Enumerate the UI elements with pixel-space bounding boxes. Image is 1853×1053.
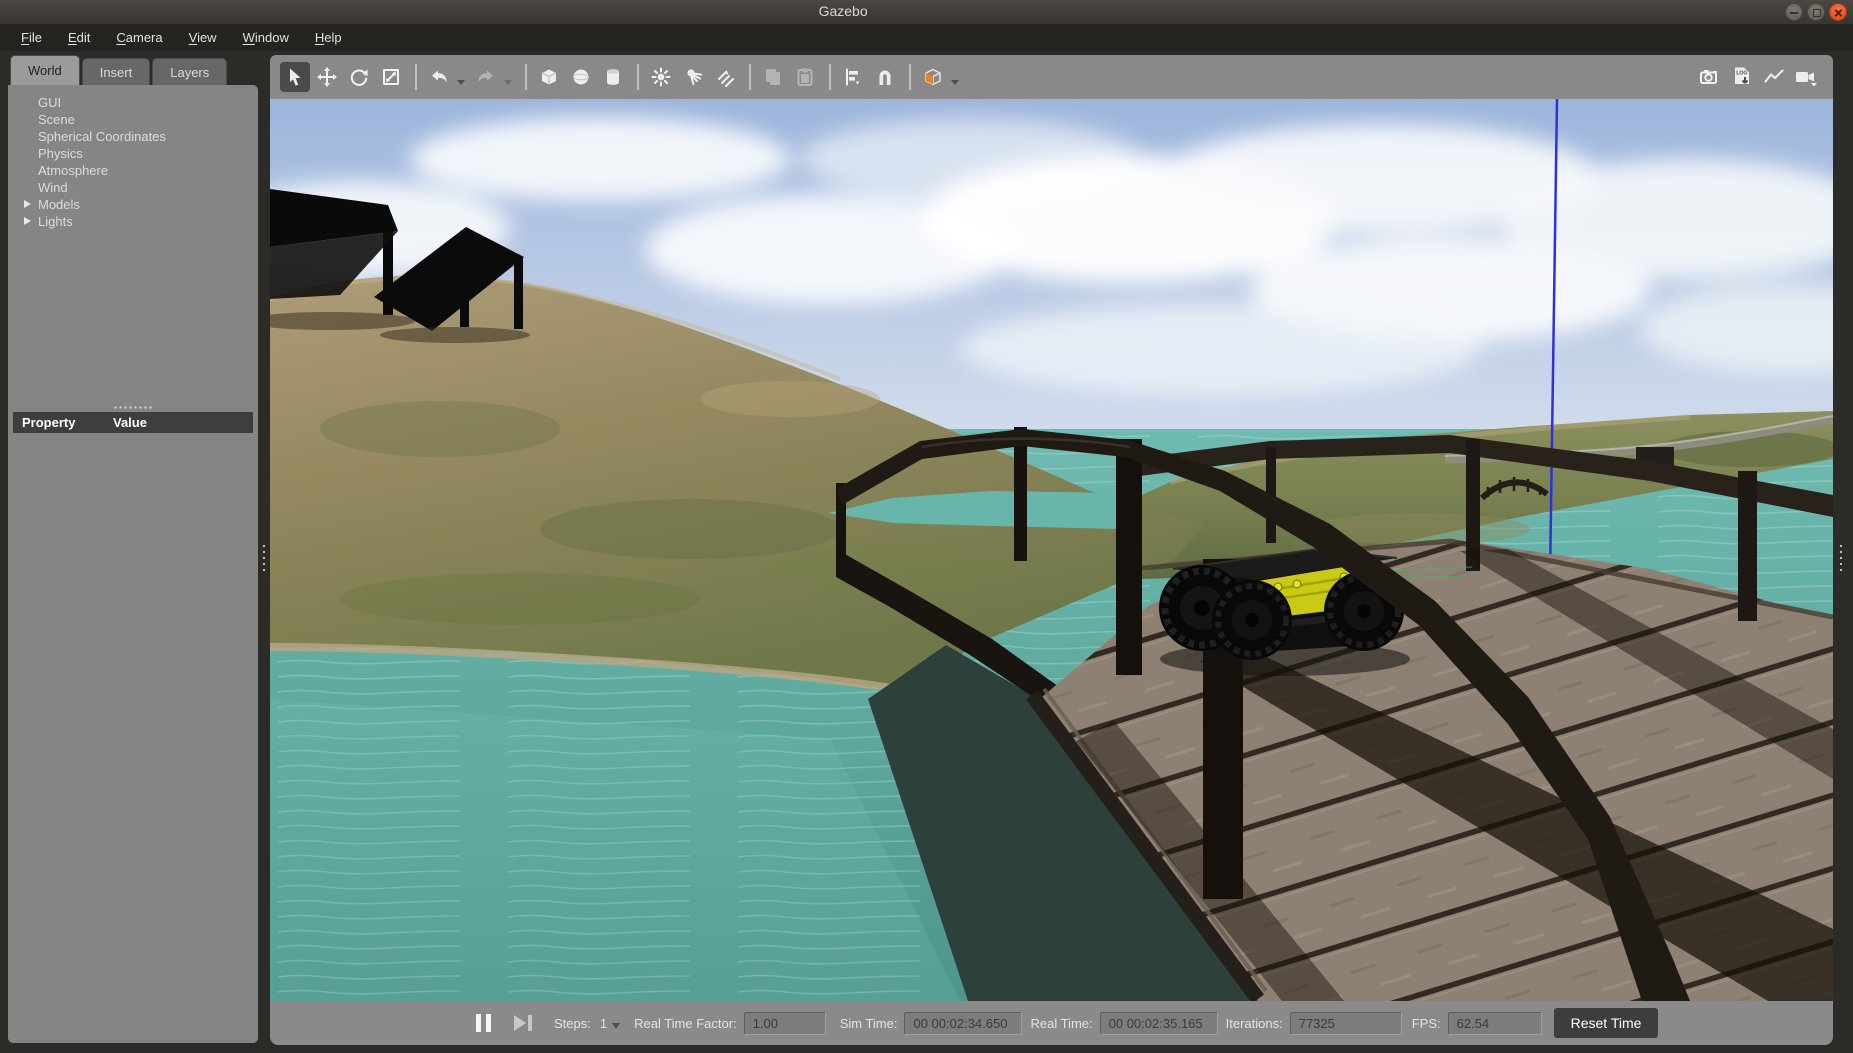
screenshot-button[interactable]: [1695, 62, 1725, 92]
copy-button[interactable]: [758, 62, 788, 92]
align-button[interactable]: [838, 62, 868, 92]
minimize-icon[interactable]: [1785, 3, 1803, 21]
real-time-field: 00 00:02:35.165: [1100, 1012, 1218, 1035]
menu-camera[interactable]: Camera: [107, 26, 171, 49]
menu-window[interactable]: Window: [234, 26, 298, 49]
toolbar-separator: [829, 64, 831, 90]
tree-item-physics[interactable]: Physics: [8, 145, 258, 162]
translate-tool-button[interactable]: [312, 62, 342, 92]
insert-cylinder-button[interactable]: [598, 62, 628, 92]
redo-button[interactable]: [471, 62, 501, 92]
steps-label: Steps:: [554, 1016, 591, 1031]
spot-light-button[interactable]: [678, 62, 708, 92]
redo-history-dropdown[interactable]: [504, 80, 512, 85]
panel-tabs: World Insert Layers: [8, 55, 258, 85]
rotate-tool-button[interactable]: [344, 62, 374, 92]
pause-button[interactable]: [476, 1014, 491, 1032]
tab-layers[interactable]: Layers: [152, 58, 227, 85]
window-controls: [1785, 3, 1847, 21]
gazebo-window: Gazebo File Edit Camera View Window Help…: [0, 0, 1853, 1053]
left-panel: World Insert Layers GUI Scene Spherical …: [8, 55, 258, 1043]
fps-label: FPS:: [1412, 1016, 1441, 1031]
undo-button[interactable]: [424, 62, 454, 92]
log-record-button[interactable]: LOG: [1727, 62, 1757, 92]
tree-item-atmosphere[interactable]: Atmosphere: [8, 162, 258, 179]
render-toolbar: LOG: [270, 55, 1833, 99]
toolbar-separator: [637, 64, 639, 90]
toolbar-separator: [415, 64, 417, 90]
select-tool-button[interactable]: [280, 62, 310, 92]
menu-view[interactable]: View: [180, 26, 226, 49]
menubar: File Edit Camera View Window Help: [0, 24, 1853, 51]
tree-item-gui[interactable]: GUI: [8, 94, 258, 111]
fps-field: 62.54: [1448, 1012, 1542, 1035]
view-angle-button[interactable]: [918, 62, 948, 92]
splitter-grip-icon: [1839, 543, 1843, 575]
scene-canvas: [270, 99, 1833, 1001]
sim-time-field: 00 00:02:34.650: [904, 1012, 1022, 1035]
paste-button[interactable]: [790, 62, 820, 92]
point-light-button[interactable]: [646, 62, 676, 92]
tree-item-lights[interactable]: Lights: [8, 213, 258, 230]
video-record-button[interactable]: [1791, 62, 1821, 92]
insert-sphere-button[interactable]: [566, 62, 596, 92]
step-button[interactable]: [514, 1015, 532, 1031]
iterations-field: 77325: [1290, 1012, 1402, 1035]
undo-history-dropdown[interactable]: [457, 80, 465, 85]
reset-time-button[interactable]: Reset Time: [1554, 1008, 1659, 1038]
rtf-label: Real Time Factor:: [634, 1016, 737, 1031]
svg-text:LOG: LOG: [1736, 71, 1747, 77]
rtf-field: 1.00: [744, 1012, 826, 1035]
simulation-statusbar: Steps: 1 Real Time Factor: 1.00 Sim Time…: [270, 1001, 1833, 1045]
titlebar: Gazebo: [0, 0, 1853, 24]
view-angle-dropdown[interactable]: [951, 80, 959, 85]
render-viewport-3d[interactable]: [270, 99, 1833, 1001]
main-area: World Insert Layers GUI Scene Spherical …: [0, 51, 1853, 1053]
property-table-body: [8, 433, 258, 1043]
tree-item-spherical[interactable]: Spherical Coordinates: [8, 128, 258, 145]
plot-button[interactable]: [1759, 62, 1789, 92]
scale-tool-button[interactable]: [376, 62, 406, 92]
directional-light-button[interactable]: [710, 62, 740, 92]
render-panel: LOG: [270, 55, 1833, 1045]
tree-item-wind[interactable]: Wind: [8, 179, 258, 196]
property-column-header: Property: [13, 415, 113, 430]
steps-value: 1: [600, 1016, 607, 1031]
expand-arrow-icon[interactable]: [24, 217, 31, 225]
close-icon[interactable]: [1829, 3, 1847, 21]
steps-spinner-icon[interactable]: [612, 1023, 620, 1029]
property-table-header: Property Value: [13, 412, 253, 433]
expand-arrow-icon[interactable]: [24, 200, 31, 208]
menu-help[interactable]: Help: [306, 26, 351, 49]
splitter-grip-icon: [262, 543, 266, 575]
right-edge-splitter[interactable]: [1833, 55, 1853, 1043]
tree-item-models[interactable]: Models: [8, 196, 258, 213]
world-tree: GUI Scene Spherical Coordinates Physics …: [8, 85, 258, 403]
snap-button[interactable]: [870, 62, 900, 92]
toolbar-separator: [525, 64, 527, 90]
maximize-icon[interactable]: [1807, 3, 1825, 21]
menu-edit[interactable]: Edit: [59, 26, 99, 49]
iterations-label: Iterations:: [1226, 1016, 1283, 1031]
horizontal-splitter-grip[interactable]: [113, 405, 153, 410]
toolbar-separator: [749, 64, 751, 90]
insert-box-button[interactable]: [534, 62, 564, 92]
value-column-header: Value: [113, 415, 253, 430]
tree-item-scene[interactable]: Scene: [8, 111, 258, 128]
tab-world[interactable]: World: [10, 55, 80, 85]
menu-file[interactable]: File: [12, 26, 51, 49]
sim-time-label: Sim Time:: [840, 1016, 898, 1031]
tab-insert[interactable]: Insert: [82, 58, 151, 85]
real-time-label: Real Time:: [1030, 1016, 1092, 1031]
world-panel: GUI Scene Spherical Coordinates Physics …: [8, 85, 258, 1043]
panel-splitter[interactable]: [258, 55, 270, 1043]
window-title: Gazebo: [819, 3, 868, 19]
toolbar-separator: [909, 64, 911, 90]
